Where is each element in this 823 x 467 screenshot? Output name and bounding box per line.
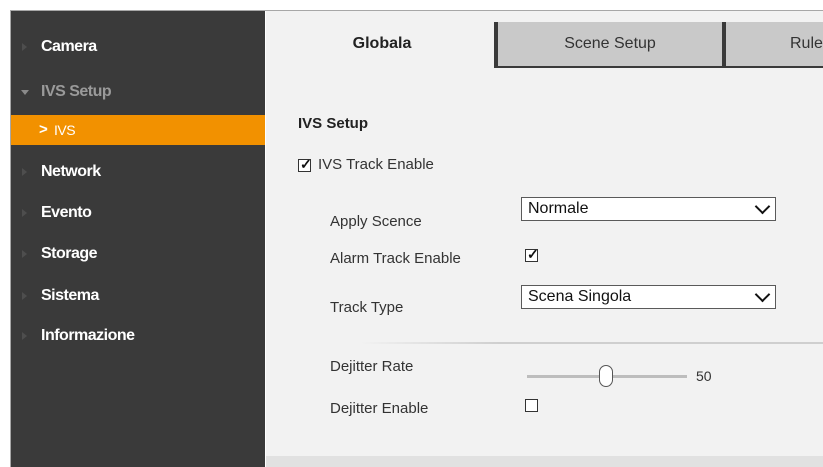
sidebar-item-label: Sistema xyxy=(41,287,99,304)
dejitter-enable-checkbox[interactable] xyxy=(525,399,538,412)
track-type-value: Scena Singola xyxy=(528,288,632,305)
collapsed-arrow-icon xyxy=(22,250,27,258)
sidebar-item-label: Camera xyxy=(41,38,97,55)
sidebar-item-network[interactable]: Network xyxy=(11,157,265,187)
sidebar-item-label: IVS xyxy=(54,122,76,138)
sidebar-item-camera[interactable]: Camera xyxy=(11,32,265,62)
dejitter-enable-label: Dejitter Enable xyxy=(330,400,429,417)
sidebar-item-sistema[interactable]: Sistema xyxy=(11,281,265,311)
tab-rule[interactable]: Rule xyxy=(722,22,823,66)
collapsed-arrow-icon xyxy=(22,292,27,300)
track-type-label: Track Type xyxy=(330,299,404,316)
sidebar-item-label: Evento xyxy=(41,204,92,221)
expanded-arrow-icon xyxy=(21,90,29,95)
track-type-select[interactable]: Scena Singola xyxy=(521,285,776,309)
collapsed-arrow-icon xyxy=(22,168,27,176)
sidebar-item-ivs-setup[interactable]: IVS Setup xyxy=(11,77,265,107)
collapsed-arrow-icon xyxy=(22,209,27,217)
ivs-track-enable-checkbox[interactable]: ✓ xyxy=(298,156,312,172)
check-icon: ✓ xyxy=(527,246,539,262)
section-title: IVS Setup xyxy=(298,115,369,132)
tab-globala[interactable]: Globala xyxy=(266,22,498,66)
alarm-track-enable-checkbox[interactable]: ✓ xyxy=(525,246,539,262)
main-panel: Globala Scene Setup Rule IVS Setup ✓ IVS… xyxy=(266,11,823,467)
sidebar-item-storage[interactable]: Storage xyxy=(11,239,265,269)
sidebar: Camera IVS Setup > IVS Network Evento St… xyxy=(11,11,265,467)
sidebar-item-evento[interactable]: Evento xyxy=(11,198,265,228)
sidebar-item-label: Storage xyxy=(41,245,98,262)
apply-scence-value: Normale xyxy=(528,200,589,217)
collapsed-arrow-icon xyxy=(22,43,27,51)
collapsed-arrow-icon xyxy=(22,332,27,340)
alarm-track-enable-label: Alarm Track Enable xyxy=(330,250,461,267)
sidebar-item-label: Informazione xyxy=(41,327,135,344)
tab-scene-setup[interactable]: Scene Setup xyxy=(494,22,722,66)
bottom-strip xyxy=(266,456,823,467)
tab-bar: Globala Scene Setup Rule xyxy=(266,11,823,68)
section-divider xyxy=(360,342,823,344)
dejitter-rate-label: Dejitter Rate xyxy=(330,358,414,375)
check-icon: ✓ xyxy=(300,156,312,172)
ivs-track-enable-label: IVS Track Enable xyxy=(318,156,434,173)
dejitter-rate-slider-handle[interactable] xyxy=(599,365,613,387)
chevron-down-icon xyxy=(754,286,771,303)
chevron-right-icon: > xyxy=(39,121,48,138)
apply-scence-select[interactable]: Normale xyxy=(521,197,776,221)
sidebar-item-label: Network xyxy=(41,163,101,180)
sidebar-item-ivs[interactable]: > IVS xyxy=(11,115,265,145)
sidebar-item-label: IVS Setup xyxy=(41,83,112,100)
dejitter-rate-value: 50 xyxy=(696,368,712,384)
tab-underline xyxy=(494,66,823,68)
chevron-down-icon xyxy=(754,198,771,215)
sidebar-item-informazione[interactable]: Informazione xyxy=(11,321,265,351)
apply-scence-label: Apply Scence xyxy=(330,213,422,230)
